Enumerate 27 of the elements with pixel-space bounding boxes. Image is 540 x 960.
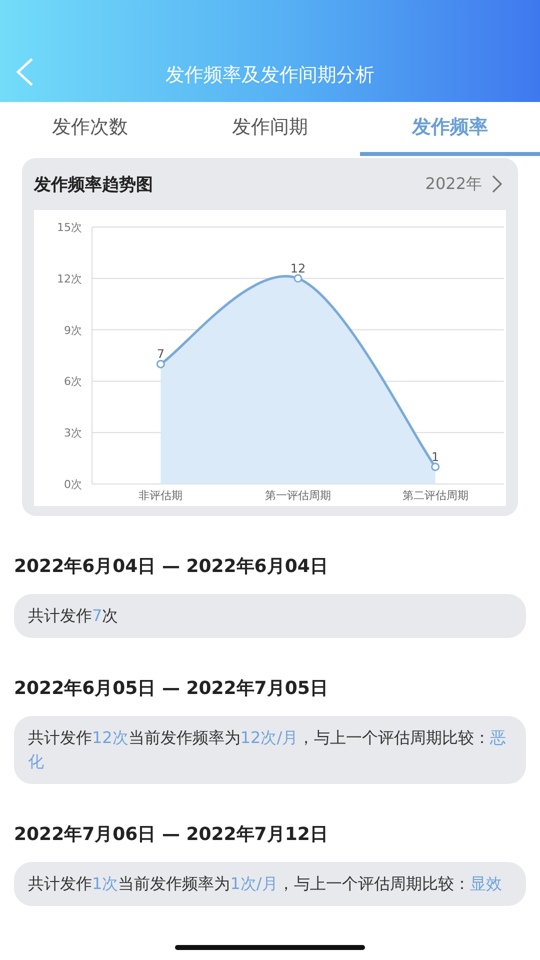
- axis-label: 非评估期: [138, 489, 183, 502]
- data-label: 7: [156, 347, 164, 362]
- chart-title: 发作频率趋势图: [34, 174, 153, 196]
- data-label: 1: [432, 450, 440, 464]
- axis-label: 3次: [64, 426, 82, 440]
- axis-label: 12次: [57, 272, 82, 286]
- data-label: 12: [290, 261, 306, 276]
- axis-label: 15次: [57, 221, 82, 234]
- date-range: 2022年6月05日 — 2022年7月05日: [14, 677, 329, 700]
- data-point: [431, 462, 440, 472]
- axis-label: 第二评估周期: [402, 489, 468, 502]
- tab[interactable]: 发作次数: [0, 102, 180, 156]
- data-point: [156, 360, 165, 368]
- date-range: 2022年6月04日 — 2022年6月04日: [14, 555, 329, 578]
- axis-label: 第一评估周期: [265, 489, 331, 502]
- axis-label: 9次: [64, 324, 82, 337]
- chevron-right-icon: [492, 175, 502, 193]
- summary-text: 共计发作12次当前发作频率为12次/月，与上一个评估周期比较：恶化: [14, 716, 526, 784]
- axis-label: 6次: [64, 375, 82, 388]
- page-title: 发作频率及发作间期分析: [164, 63, 376, 88]
- year-selector[interactable]: 2022年: [421, 174, 506, 194]
- summary-text: 共计发作7次: [14, 594, 526, 638]
- axis-label: 0次: [64, 478, 82, 491]
- summary-text: 共计发作1次当前发作频率为 1次/月，与上一个评估周期比较：显效: [14, 862, 526, 906]
- tab[interactable]: 发作间期: [180, 102, 360, 156]
- data-point: [294, 274, 302, 283]
- date-range: 2022年7月06日 — 2022年7月12日: [14, 823, 329, 846]
